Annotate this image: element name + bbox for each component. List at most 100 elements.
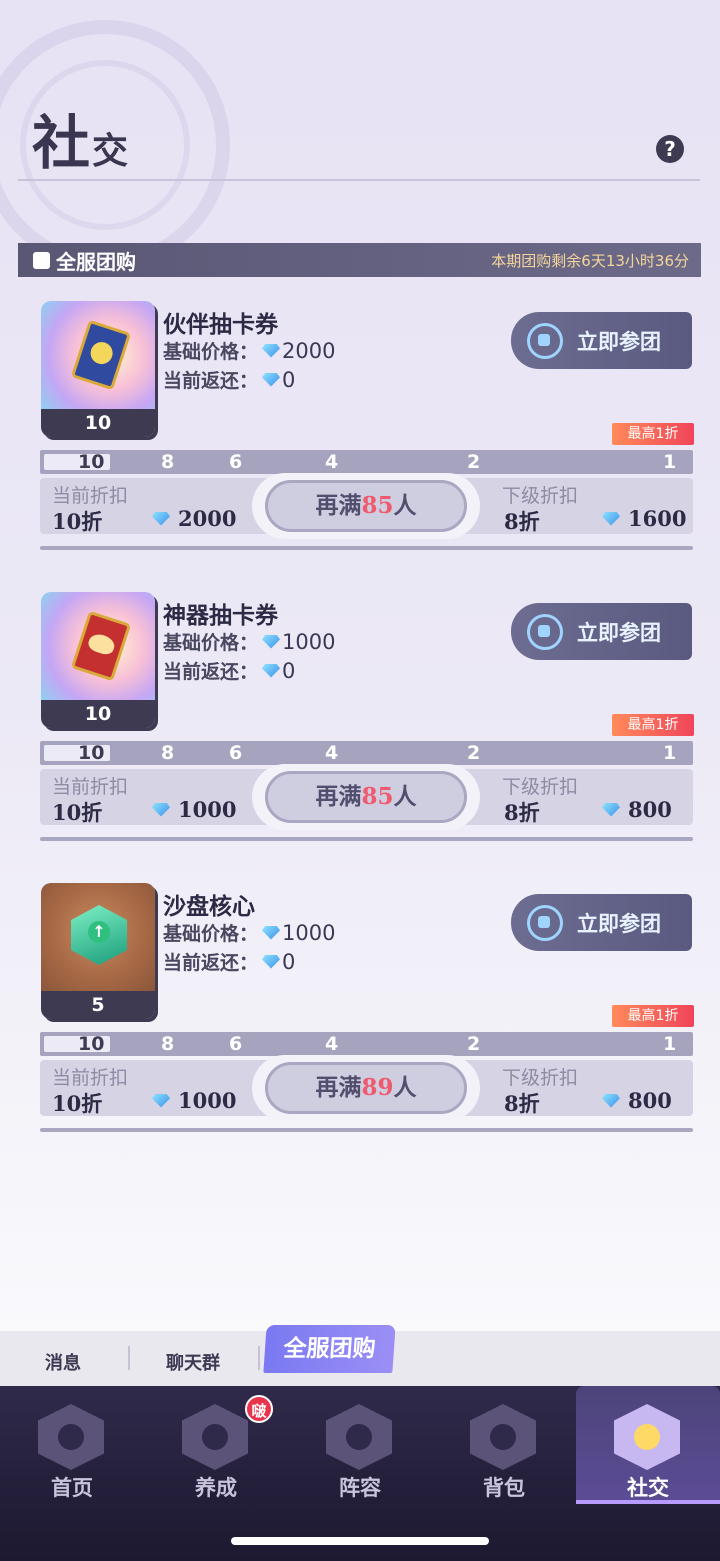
rebate-value: 0 (282, 367, 296, 392)
nav-home-label: 首页 (51, 1475, 93, 1500)
base-price-label: 基础价格： (163, 341, 259, 363)
section-title: 全服团购 (56, 249, 136, 274)
remaining-pill-frame: 再满89人 (252, 1055, 480, 1121)
card-divider (40, 546, 693, 550)
home-indicator[interactable] (231, 1537, 489, 1545)
progress-tick: 1 (663, 451, 677, 473)
group-buy-card: 10 神器抽卡券 基础价格： 1000 当前返还： 0 立即参团 最高1折 10… (40, 592, 694, 852)
join-group-button[interactable]: 立即参团 (511, 603, 692, 660)
max-discount-tag: 最高1折 (612, 423, 694, 445)
remaining-prefix: 再满 (315, 492, 362, 519)
discount-info-panel: 当前折扣 10折 1000 再满89人 下级折扣 8折 800 (40, 1055, 693, 1121)
tag-icon (527, 613, 563, 650)
progress-tick: 6 (229, 451, 243, 473)
rebate-row: 当前返还： 0 (163, 948, 295, 975)
nav-active-indicator (576, 1500, 720, 1504)
item-count: 10 (41, 700, 155, 728)
item-name: 伙伴抽卡券 (163, 311, 278, 338)
card-divider (40, 837, 693, 841)
current-price-value: 1000 (178, 1088, 237, 1113)
rebate-label: 当前返还： (163, 370, 259, 392)
bottom-nav: 首页 养成 阵容 背包 社交 啵 (0, 1386, 720, 1561)
current-price: 2000 (148, 506, 236, 531)
base-price-row: 基础价格： 1000 (163, 919, 335, 946)
tab-group-buy[interactable]: 全服团购 (263, 1325, 396, 1373)
item-icon[interactable]: 10 (41, 301, 155, 437)
page-title-small: 交 (92, 130, 129, 172)
nav-social[interactable]: 社交 (576, 1386, 720, 1504)
join-group-button[interactable]: 立即参团 (511, 312, 692, 369)
next-price-value: 1600 (628, 506, 687, 531)
tab-messages[interactable]: 消息 (45, 1349, 81, 1375)
remaining-prefix: 再满 (315, 1074, 362, 1101)
item-thumb: ↑ (41, 883, 155, 991)
remaining-count: 85 (361, 783, 394, 810)
sandbox-core-icon: ↑ (71, 905, 127, 965)
tab-chat-group[interactable]: 聊天群 (166, 1349, 220, 1375)
current-discount-value: 10折 (52, 1091, 103, 1116)
rebate-row: 当前返还： 0 (163, 366, 295, 393)
remaining-players-pill: 再满85人 (265, 771, 467, 823)
lineup-icon (326, 1404, 392, 1470)
remaining-pill-frame: 再满85人 (252, 473, 480, 539)
item-count: 10 (41, 409, 155, 437)
current-discount-label: 当前折扣 (52, 485, 129, 507)
diamond-icon (152, 802, 170, 817)
item-icon[interactable]: 10 (41, 592, 155, 728)
next-discount-label: 下级折扣 (502, 1067, 579, 1089)
tab-separator (258, 1346, 260, 1370)
item-icon[interactable]: ↑ 5 (41, 883, 155, 1019)
current-discount-value: 10折 (52, 800, 103, 825)
nav-lineup[interactable]: 阵容 (288, 1386, 432, 1504)
join-button-label: 立即参团 (577, 328, 661, 354)
nav-social-label: 社交 (627, 1475, 669, 1500)
item-count: 5 (41, 991, 155, 1019)
progress-tick: 4 (325, 742, 339, 764)
tab-separator (128, 1346, 130, 1370)
current-discount-value: 10折 (52, 509, 103, 534)
nav-bag-label: 背包 (483, 1475, 525, 1500)
remaining-players-pill: 再满89人 (265, 1062, 467, 1114)
group-buy-card: ↑ 5 沙盘核心 基础价格： 1000 当前返还： 0 立即参团 最高1折 10… (40, 883, 694, 1143)
discount-progress-bar: 10 8 6 4 2 1 (40, 1032, 693, 1056)
progress-tick: 10 (78, 742, 105, 764)
remaining-suffix: 人 (393, 1074, 417, 1101)
nav-home[interactable]: 首页 (0, 1386, 144, 1504)
next-price-value: 800 (628, 797, 672, 822)
rebate-label: 当前返还： (163, 661, 259, 683)
base-price-value: 1000 (282, 629, 336, 654)
base-price-value: 2000 (282, 338, 336, 363)
nav-develop-label: 养成 (195, 1475, 237, 1500)
progress-tick: 1 (663, 742, 677, 764)
page-title-big: 社 (32, 109, 91, 177)
group-buy-timer: 本期团购剩余6天13小时36分 (491, 251, 689, 270)
help-icon[interactable]: ? (656, 135, 684, 163)
base-price-row: 基础价格： 2000 (163, 337, 335, 364)
max-discount-tag: 最高1折 (612, 1005, 694, 1027)
diamond-icon (262, 372, 281, 387)
current-discount-label: 当前折扣 (52, 776, 129, 798)
item-name: 神器抽卡券 (163, 602, 278, 629)
item-name: 沙盘核心 (163, 893, 255, 920)
join-group-button[interactable]: 立即参团 (511, 894, 692, 951)
discount-progress-bar: 10 8 6 4 2 1 (40, 450, 693, 474)
next-discount-value: 8折 (504, 800, 540, 825)
diamond-icon (262, 663, 281, 678)
progress-tick: 10 (78, 451, 105, 473)
base-price-label: 基础价格： (163, 923, 259, 945)
progress-tick: 8 (161, 451, 175, 473)
next-price: 1600 (598, 506, 686, 531)
rebate-row: 当前返还： 0 (163, 657, 295, 684)
current-discount-label: 当前折扣 (52, 1067, 129, 1089)
artifact-card-ticket-icon (70, 610, 132, 682)
nav-bag[interactable]: 背包 (432, 1386, 576, 1504)
diamond-icon (152, 511, 170, 526)
partner-card-ticket-icon (70, 319, 132, 391)
max-discount-tag: 最高1折 (612, 714, 694, 736)
remaining-suffix: 人 (393, 783, 417, 810)
join-button-label: 立即参团 (577, 910, 661, 936)
remaining-suffix: 人 (393, 492, 417, 519)
join-button-label: 立即参团 (577, 619, 661, 645)
current-price: 1000 (148, 1088, 236, 1113)
rebate-value: 0 (282, 949, 296, 974)
